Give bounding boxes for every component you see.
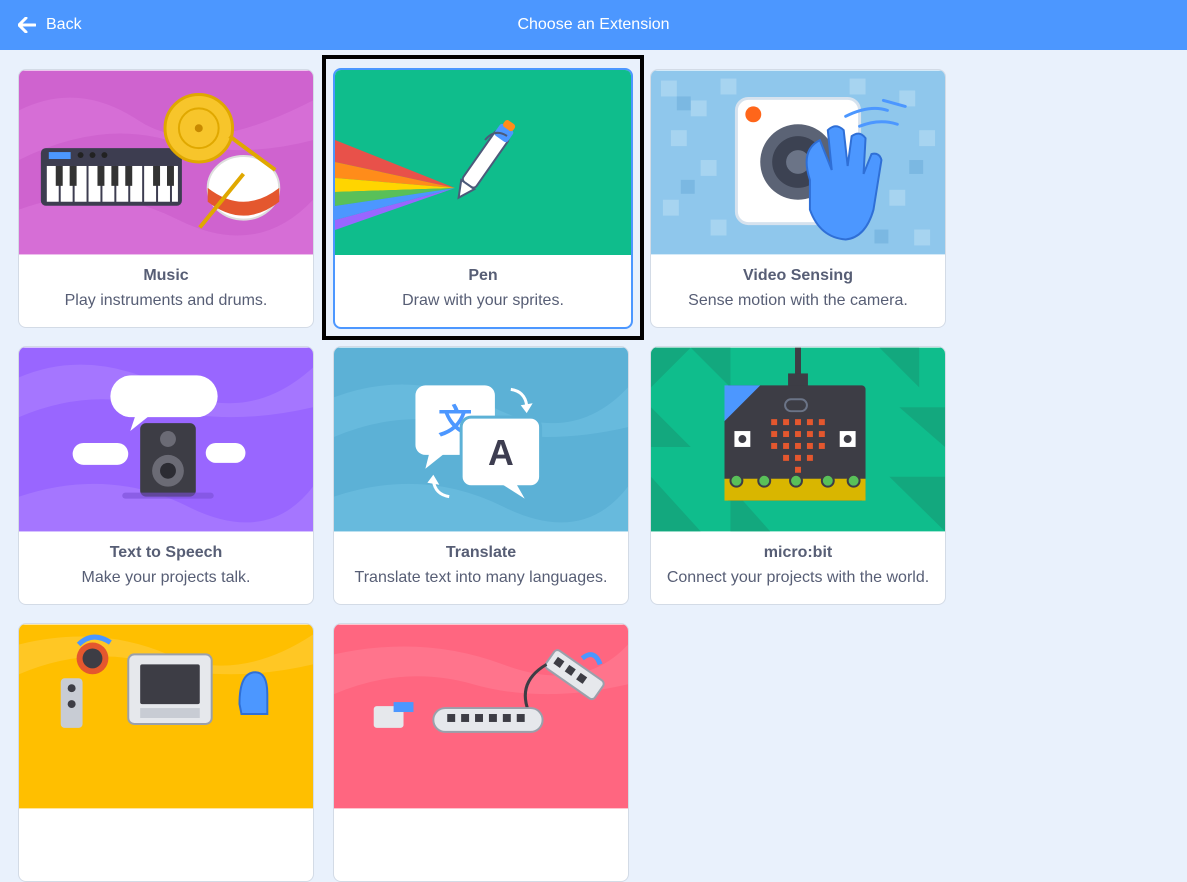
pen-image <box>335 70 631 255</box>
extension-description: Translate text into many languages. <box>354 569 608 586</box>
extension-description: Draw with your sprites. <box>402 292 564 309</box>
extension-card-translate[interactable]: 文 A Translate Translate text into many l… <box>333 346 629 605</box>
extension-card-lego[interactable] <box>18 623 314 882</box>
extension-card-text-to-speech[interactable]: Text to Speech Make your projects talk. <box>18 346 314 605</box>
extension-name: micro:bit <box>763 544 833 561</box>
translate-image: 文 A <box>334 347 628 532</box>
microbit-image <box>651 347 945 532</box>
extension-name: Text to Speech <box>109 544 223 561</box>
extension-name: Translate <box>445 544 517 561</box>
extension-library: Music Play instruments and drums. Pen Dr… <box>0 0 1187 882</box>
text-to-speech-image <box>19 347 313 532</box>
extension-card-video-sensing[interactable]: Video Sensing Sense motion with the came… <box>650 69 946 328</box>
extension-card-wedo[interactable] <box>333 623 629 882</box>
music-image <box>19 70 313 255</box>
extension-card-music[interactable]: Music Play instruments and drums. <box>18 69 314 328</box>
extension-description: Sense motion with the camera. <box>688 292 908 309</box>
extension-card-microbit[interactable]: micro:bit Connect your projects with the… <box>650 346 946 605</box>
extension-description: Play instruments and drums. <box>64 292 268 309</box>
wedo-image <box>334 624 628 809</box>
extension-description: Connect your projects with the world. <box>666 569 930 586</box>
extension-name: Video Sensing <box>743 267 853 284</box>
extension-card-pen[interactable]: Pen Draw with your sprites. <box>333 68 633 329</box>
extension-name: Music <box>143 267 189 284</box>
extension-name: Pen <box>468 267 498 284</box>
video-sensing-image <box>651 70 945 255</box>
extension-description: Make your projects talk. <box>81 569 251 586</box>
svg-text:A: A <box>488 433 514 473</box>
lego-image <box>19 624 313 809</box>
